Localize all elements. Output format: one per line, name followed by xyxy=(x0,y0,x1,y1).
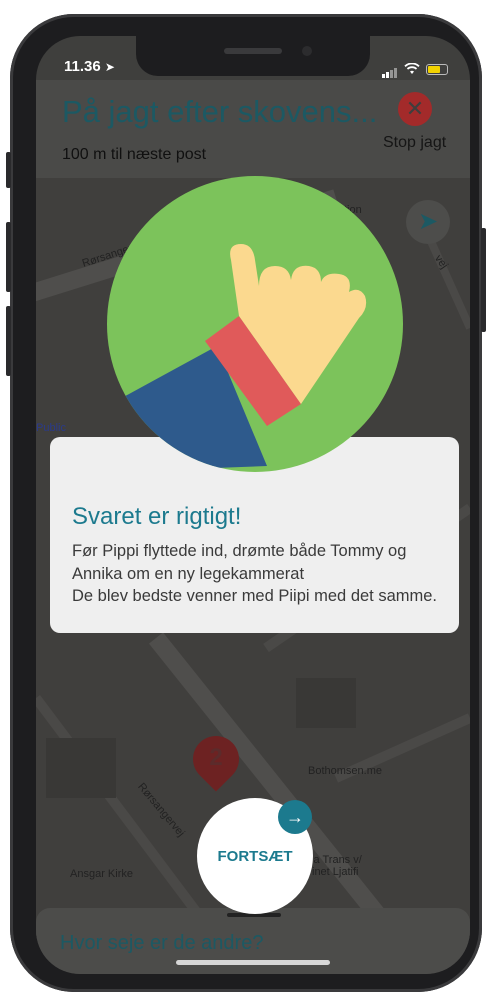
poi-label: Bothomsen.me xyxy=(308,765,382,777)
poi-label: inet Ljatifi xyxy=(312,866,359,878)
poi-label: Ansgar Kirke xyxy=(70,868,133,880)
poi-label: sa Trans v/ xyxy=(308,854,362,866)
thumbs-up-icon xyxy=(107,244,367,472)
status-time: 11.36 ➤ xyxy=(64,58,115,75)
home-indicator[interactable] xyxy=(176,960,330,965)
notch xyxy=(136,36,370,76)
close-icon[interactable]: ✕ xyxy=(398,92,432,126)
arrow-right-icon[interactable]: → xyxy=(278,800,312,834)
battery-icon xyxy=(426,63,448,75)
leaderboard-title: Hvor seje er de andre? xyxy=(60,932,264,954)
screen: 11.36 ➤ På jagt efter skovens... 100 m t… xyxy=(36,36,470,974)
continue-label: FORTSÆT xyxy=(217,848,293,865)
hunt-title: På jagt efter skovens... xyxy=(62,94,378,129)
status-indicators xyxy=(382,60,448,78)
thumbs-up-badge xyxy=(107,176,403,472)
stop-hunt-button[interactable]: Stop jagt xyxy=(383,134,446,152)
location-arrow-icon: ➤ xyxy=(104,60,115,74)
distance-to-next-post: 100 m til næste post xyxy=(62,146,207,163)
navigation-arrow-icon[interactable]: ➤ xyxy=(406,200,450,244)
post-marker-number: 2 xyxy=(209,744,223,771)
hunt-header: På jagt efter skovens... 100 m til næste… xyxy=(36,80,470,178)
result-body: Før Pippi flyttede ind, drømte både Tomm… xyxy=(72,542,438,605)
wifi-icon xyxy=(404,63,420,74)
result-title: Svaret er rigtigt! xyxy=(72,503,242,530)
signal-icon xyxy=(382,60,398,78)
poi-label: Public xyxy=(36,422,66,434)
